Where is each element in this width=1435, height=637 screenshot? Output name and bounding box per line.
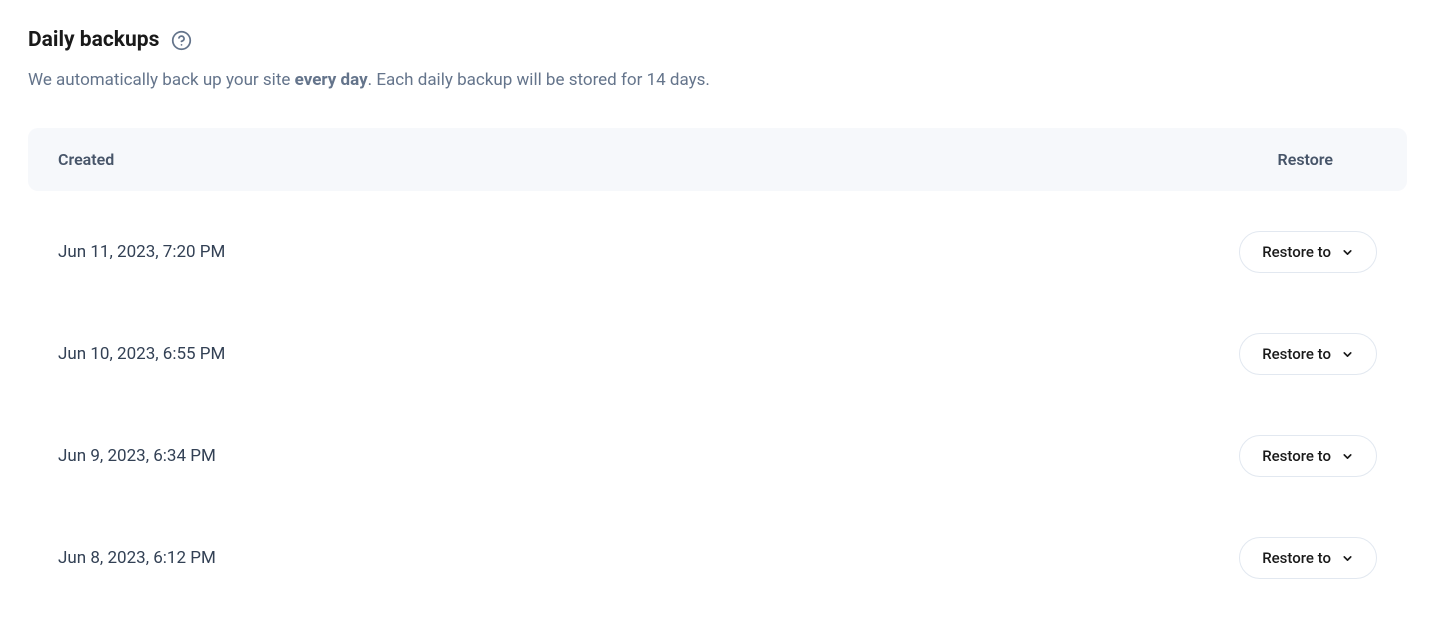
section-header: Daily backups [28, 28, 1407, 52]
backup-created-date: Jun 11, 2023, 7:20 PM [58, 242, 225, 262]
chevron-down-icon [1341, 348, 1354, 361]
restore-button-label: Restore to [1262, 549, 1331, 567]
chevron-down-icon [1341, 552, 1354, 565]
table-row: Jun 9, 2023, 6:34 PM Restore to [28, 405, 1407, 507]
table-header: Created Restore [28, 128, 1407, 191]
restore-button[interactable]: Restore to [1239, 435, 1377, 477]
restore-button[interactable]: Restore to [1239, 537, 1377, 579]
restore-button[interactable]: Restore to [1239, 231, 1377, 273]
restore-button-label: Restore to [1262, 243, 1331, 261]
description-suffix: . Each daily backup will be stored for 1… [368, 70, 710, 90]
restore-button[interactable]: Restore to [1239, 333, 1377, 375]
restore-button-label: Restore to [1262, 447, 1331, 465]
column-header-restore: Restore [1278, 150, 1377, 169]
backup-created-date: Jun 9, 2023, 6:34 PM [58, 446, 216, 466]
backup-created-date: Jun 8, 2023, 6:12 PM [58, 548, 216, 568]
description-prefix: We automatically back up your site [28, 70, 295, 90]
table-row: Jun 10, 2023, 6:55 PM Restore to [28, 303, 1407, 405]
table-row: Jun 11, 2023, 7:20 PM Restore to [28, 201, 1407, 303]
section-description: We automatically back up your site every… [28, 70, 1407, 90]
backup-list: Jun 11, 2023, 7:20 PMRestore toJun 10, 2… [28, 201, 1407, 609]
chevron-down-icon [1341, 246, 1354, 259]
column-header-created: Created [58, 150, 114, 169]
chevron-down-icon [1341, 450, 1354, 463]
restore-button-label: Restore to [1262, 345, 1331, 363]
table-row: Jun 8, 2023, 6:12 PM Restore to [28, 507, 1407, 609]
backup-created-date: Jun 10, 2023, 6:55 PM [58, 344, 225, 364]
section-title: Daily backups [28, 28, 159, 52]
help-icon[interactable] [171, 30, 192, 51]
description-emphasis: every day [295, 70, 368, 90]
